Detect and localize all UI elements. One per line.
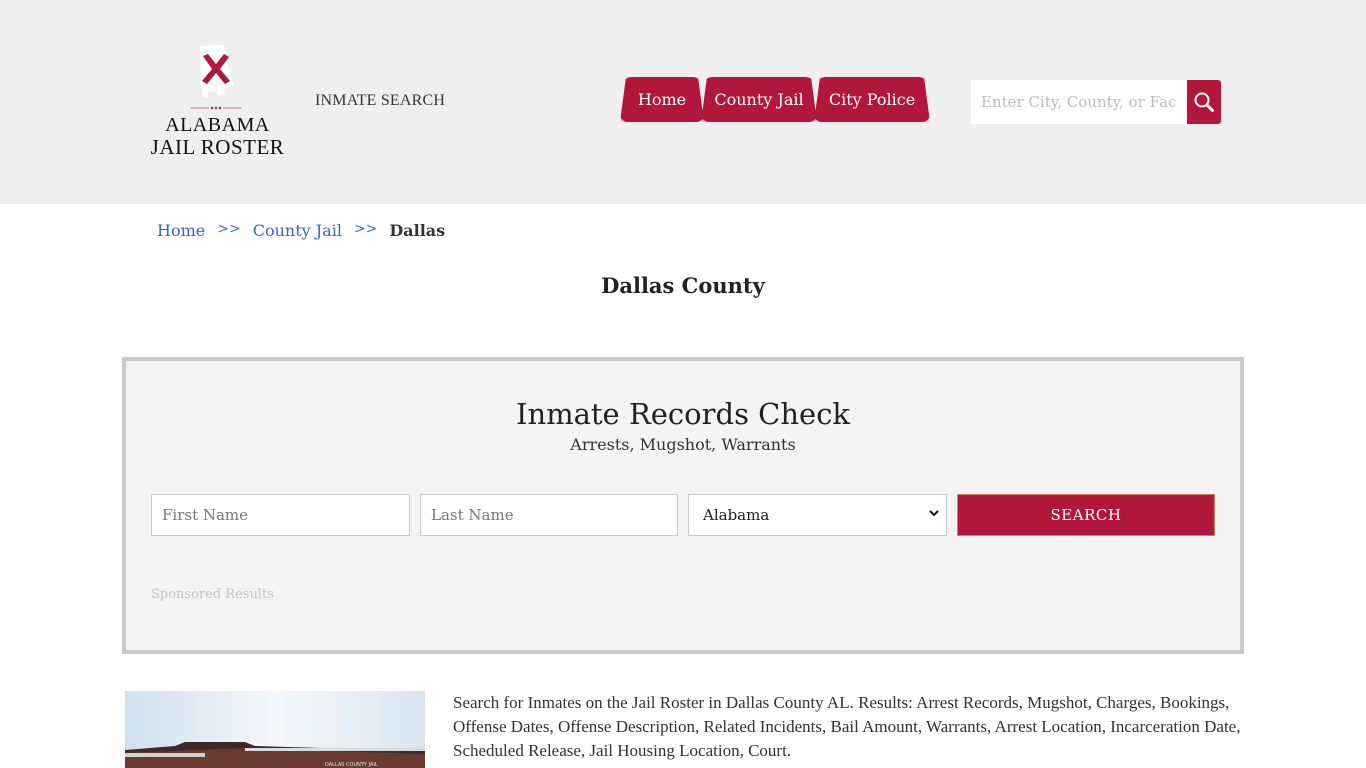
- breadcrumb-separator: >>: [217, 221, 241, 237]
- records-check-subtitle: Arrests, Mugshot, Warrants: [570, 435, 796, 454]
- header-search-button[interactable]: [1187, 80, 1221, 124]
- breadcrumb-separator: >>: [353, 221, 378, 237]
- records-check-title: Inmate Records Check: [515, 397, 851, 431]
- logo-text-jail-roster: JAIL ROSTER: [150, 135, 285, 159]
- first-name-input[interactable]: [151, 494, 410, 536]
- records-search-button[interactable]: SEARCH: [957, 494, 1215, 536]
- inmate-records-check-panel: Inmate Records Check Arrests, Mugshot, W…: [122, 357, 1244, 654]
- last-name-input[interactable]: [420, 494, 678, 536]
- header-search: [971, 80, 1221, 124]
- site-header: ALABAMA JAIL ROSTER INMATE SEARCH Home C…: [0, 0, 1366, 204]
- alabama-flag-map-icon: [200, 45, 234, 98]
- breadcrumb: Home >> County Jail >> Dallas: [157, 221, 445, 240]
- nav-tab-county-jail[interactable]: County Jail: [701, 77, 817, 122]
- site-logo[interactable]: ALABAMA JAIL ROSTER: [150, 44, 285, 162]
- logo-divider: [190, 106, 242, 110]
- state-select[interactable]: Alabama: [688, 494, 947, 536]
- page-title: Dallas County: [601, 273, 765, 298]
- breadcrumb-county-jail[interactable]: County Jail: [253, 221, 342, 240]
- sponsored-results-label: Sponsored Results: [151, 587, 274, 602]
- nav-tab-home[interactable]: Home: [620, 77, 704, 122]
- search-icon: [1194, 92, 1214, 112]
- inmate-search-link[interactable]: INMATE SEARCH: [315, 92, 445, 110]
- jail-photo-sign: DALLAS COUNTY JAIL: [325, 762, 378, 768]
- location-search-input[interactable]: [971, 80, 1187, 124]
- jail-photo-image: DALLAS COUNTY JAIL: [125, 691, 425, 768]
- jail-building-photo: DALLAS COUNTY JAIL: [125, 691, 425, 768]
- nav-tab-city-police[interactable]: City Police: [814, 77, 930, 122]
- county-description: Search for Inmates on the Jail Roster in…: [453, 693, 1241, 760]
- breadcrumb-home[interactable]: Home: [157, 221, 205, 240]
- breadcrumb-current: Dallas: [389, 221, 446, 240]
- logo-text-alabama: ALABAMA: [165, 114, 270, 136]
